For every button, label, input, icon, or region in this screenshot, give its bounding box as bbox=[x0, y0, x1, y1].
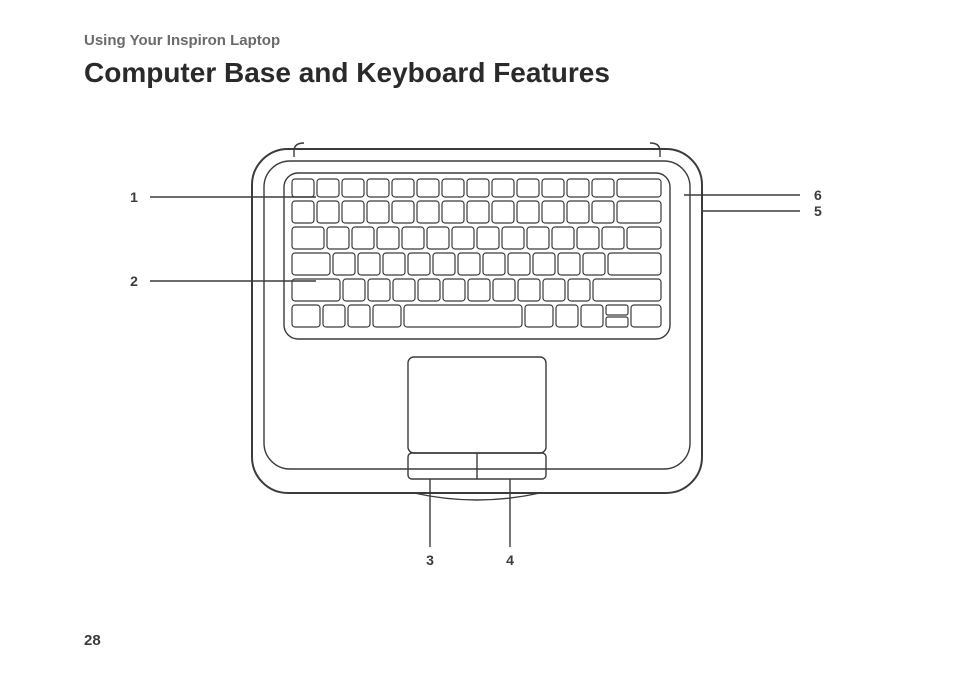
page-number: 28 bbox=[84, 632, 101, 649]
callout-1: 1 bbox=[130, 189, 138, 205]
page-title: Computer Base and Keyboard Features bbox=[84, 57, 870, 89]
keyboard bbox=[292, 179, 661, 327]
callout-3: 3 bbox=[426, 552, 434, 568]
callout-6: 6 bbox=[814, 187, 822, 203]
callout-2: 2 bbox=[130, 273, 138, 289]
section-header: Using Your Inspiron Laptop bbox=[84, 32, 870, 49]
laptop-diagram: 1 2 3 4 5 6 bbox=[84, 117, 870, 597]
callout-4: 4 bbox=[506, 552, 514, 568]
callout-5: 5 bbox=[814, 203, 822, 219]
